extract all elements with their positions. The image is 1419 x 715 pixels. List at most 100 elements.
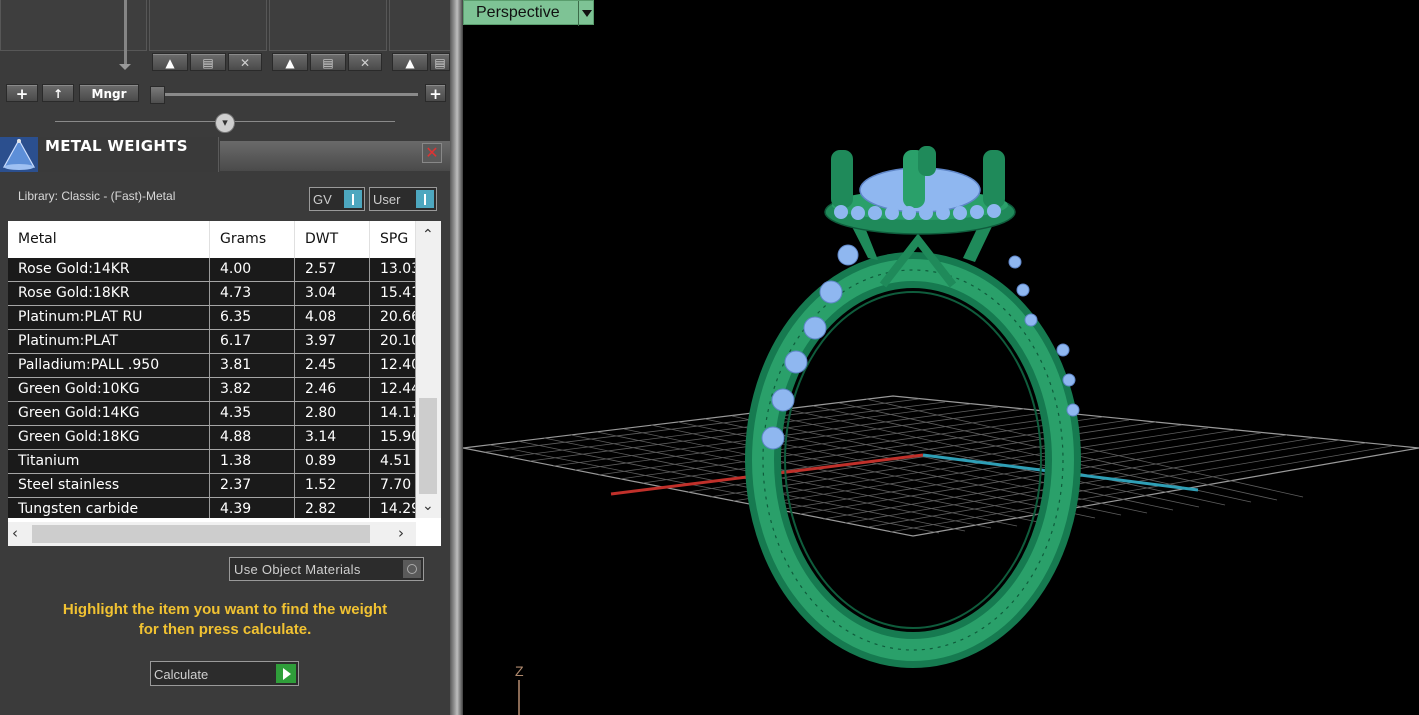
- calculate-label: Calculate: [154, 667, 209, 682]
- move-up-button[interactable]: ↑: [42, 84, 74, 102]
- slot4-save-icon[interactable]: ▤: [430, 53, 450, 71]
- metals-table[interactable]: Metal Grams DWT SPG Rose Gold:14KR 4.00 2.57 1…: [8, 221, 441, 546]
- view-selector-tab[interactable]: Perspective: [463, 0, 595, 26]
- slot3-up-button[interactable]: ▲: [272, 53, 308, 71]
- table-row[interactable]: Rose Gold:18KR4.733.0415.41: [8, 282, 416, 306]
- slot-scrollbar[interactable]: [124, 0, 127, 68]
- column-header[interactable]: Grams: [210, 221, 295, 258]
- table-cell: 20.10: [370, 330, 416, 353]
- table-header: Metal Grams DWT SPG: [8, 221, 416, 258]
- column-header[interactable]: DWT: [295, 221, 370, 258]
- instruction-line-1: Highlight the item you want to find the …: [62, 601, 388, 618]
- slot2-save-icon[interactable]: ▤: [190, 53, 226, 71]
- vertical-scroll-thumb[interactable]: [419, 398, 437, 494]
- slot-column-4[interactable]: [389, 0, 450, 51]
- calculate-button[interactable]: Calculate: [150, 661, 299, 686]
- table-cell: 6.35: [210, 306, 295, 329]
- left-panel: ▲ ▤ ✕ ▲ ▤ ✕ ▲ ▤ + ↑ Mngr + ▾ METAL WEIGH…: [0, 0, 450, 715]
- table-row[interactable]: Palladium:PALL .9503.812.4512.40: [8, 354, 416, 378]
- table-cell: Platinum:PLAT: [8, 330, 210, 353]
- instruction-line-2: for then press calculate.: [138, 621, 312, 638]
- library-label: Library: Classic - (Fast)-Metal: [18, 189, 176, 203]
- size-slider-track[interactable]: [160, 93, 418, 96]
- perspective-viewport[interactable]: Perspective Z: [463, 0, 1419, 715]
- table-cell: 15.90: [370, 426, 416, 449]
- horizontal-scroll-thumb[interactable]: [32, 525, 370, 543]
- panel-header-bar: [220, 141, 450, 171]
- table-cell: 4.88: [210, 426, 295, 449]
- table-cell: 1.38: [210, 450, 295, 473]
- ground-grid: [463, 395, 1419, 537]
- table-cell: 0.89: [295, 450, 370, 473]
- table-row[interactable]: Steel stainless 2.37 1.52 7.70: [8, 474, 416, 498]
- size-slider-handle[interactable]: [150, 86, 165, 104]
- slot4-up-button[interactable]: ▲: [392, 53, 428, 71]
- slot-column-2[interactable]: [149, 0, 267, 51]
- table-cell: 2.45: [295, 354, 370, 377]
- table-cell: Green Gold:10KG: [8, 378, 210, 401]
- panel-splitter[interactable]: [450, 0, 463, 715]
- scroll-down-icon[interactable]: ⌄: [422, 498, 434, 514]
- toggle-gv[interactable]: GV: [309, 187, 365, 211]
- checkbox-icon[interactable]: [403, 560, 421, 578]
- table-cell: Palladium:PALL .950: [8, 354, 210, 377]
- toggle-gv-label: GV: [313, 192, 332, 207]
- table-cell: 3.14: [295, 426, 370, 449]
- table-horizontal-scrollbar[interactable]: ‹ ›: [8, 522, 416, 546]
- scroll-left-icon[interactable]: ‹: [12, 524, 18, 542]
- table-cell: 4.73: [210, 282, 295, 305]
- table-cell: 4.51: [370, 450, 416, 473]
- table-cell: 13.03: [370, 258, 416, 281]
- table-row[interactable]: Platinum:PLAT RU6.354.0820.66: [8, 306, 416, 330]
- chevron-down-icon[interactable]: [578, 1, 595, 26]
- table-row[interactable]: Tungsten carbide4.392.8214.29: [8, 498, 416, 518]
- slot2-delete-icon[interactable]: ✕: [228, 53, 262, 71]
- toggle-user-switch-icon: [416, 190, 434, 208]
- scroll-right-icon[interactable]: ›: [398, 524, 404, 542]
- scroll-up-icon[interactable]: ⌃: [422, 227, 434, 243]
- table-row[interactable]: Titanium 1.38 0.89 4.51: [8, 450, 416, 474]
- toggle-gv-switch-icon: [344, 190, 362, 208]
- manager-button[interactable]: Mngr: [79, 84, 139, 102]
- viewport-scene: [463, 146, 1419, 668]
- table-cell: 6.17: [210, 330, 295, 353]
- add-button[interactable]: +: [6, 84, 38, 103]
- table-cell: 4.08: [295, 306, 370, 329]
- table-cell: 2.46: [295, 378, 370, 401]
- table-row[interactable]: Platinum:PLAT6.173.9720.10: [8, 330, 416, 354]
- slot-column-3[interactable]: [269, 0, 387, 51]
- ring-model: [745, 146, 1081, 668]
- slot3-delete-icon[interactable]: ✕: [348, 53, 382, 71]
- table-cell: 2.82: [295, 498, 370, 518]
- scroll-down-icon[interactable]: [119, 64, 131, 70]
- table-cell: Rose Gold:14KR: [8, 258, 210, 281]
- table-vertical-scrollbar[interactable]: ⌃ ⌄: [416, 221, 441, 518]
- toggle-user[interactable]: User: [369, 187, 437, 211]
- table-cell: 4.39: [210, 498, 295, 518]
- plus-right-button[interactable]: +: [425, 84, 446, 103]
- table-cell: 20.66: [370, 306, 416, 329]
- pin-toggle-icon[interactable]: ▾: [215, 113, 235, 133]
- table-cell: 2.57: [295, 258, 370, 281]
- column-header[interactable]: SPG: [370, 221, 416, 258]
- table-cell: 3.04: [295, 282, 370, 305]
- axis-z-label: Z: [515, 663, 524, 679]
- use-object-materials-label: Use Object Materials: [234, 562, 361, 577]
- table-row[interactable]: Green Gold:18KG4.883.1415.90: [8, 426, 416, 450]
- table-cell: Rose Gold:18KR: [8, 282, 210, 305]
- table-cell: Titanium: [8, 450, 210, 473]
- metal-weights-icon: [0, 137, 38, 172]
- table-body[interactable]: Rose Gold:14KR4.002.5713.03Rose Gold:18K…: [8, 258, 416, 518]
- play-icon[interactable]: [276, 664, 296, 683]
- table-row[interactable]: Rose Gold:14KR4.002.5713.03: [8, 258, 416, 282]
- table-cell: 3.81: [210, 354, 295, 377]
- z-axis-line: [518, 680, 520, 715]
- slot2-up-button[interactable]: ▲: [152, 53, 188, 71]
- column-header[interactable]: Metal: [8, 221, 210, 258]
- table-row[interactable]: Green Gold:10KG3.822.4612.44: [8, 378, 416, 402]
- use-object-materials-checkbox[interactable]: Use Object Materials: [229, 557, 424, 581]
- table-row[interactable]: Green Gold:14KG4.352.8014.17: [8, 402, 416, 426]
- slot3-save-icon[interactable]: ▤: [310, 53, 346, 71]
- table-cell: 2.80: [295, 402, 370, 425]
- close-icon[interactable]: ✕: [422, 143, 442, 163]
